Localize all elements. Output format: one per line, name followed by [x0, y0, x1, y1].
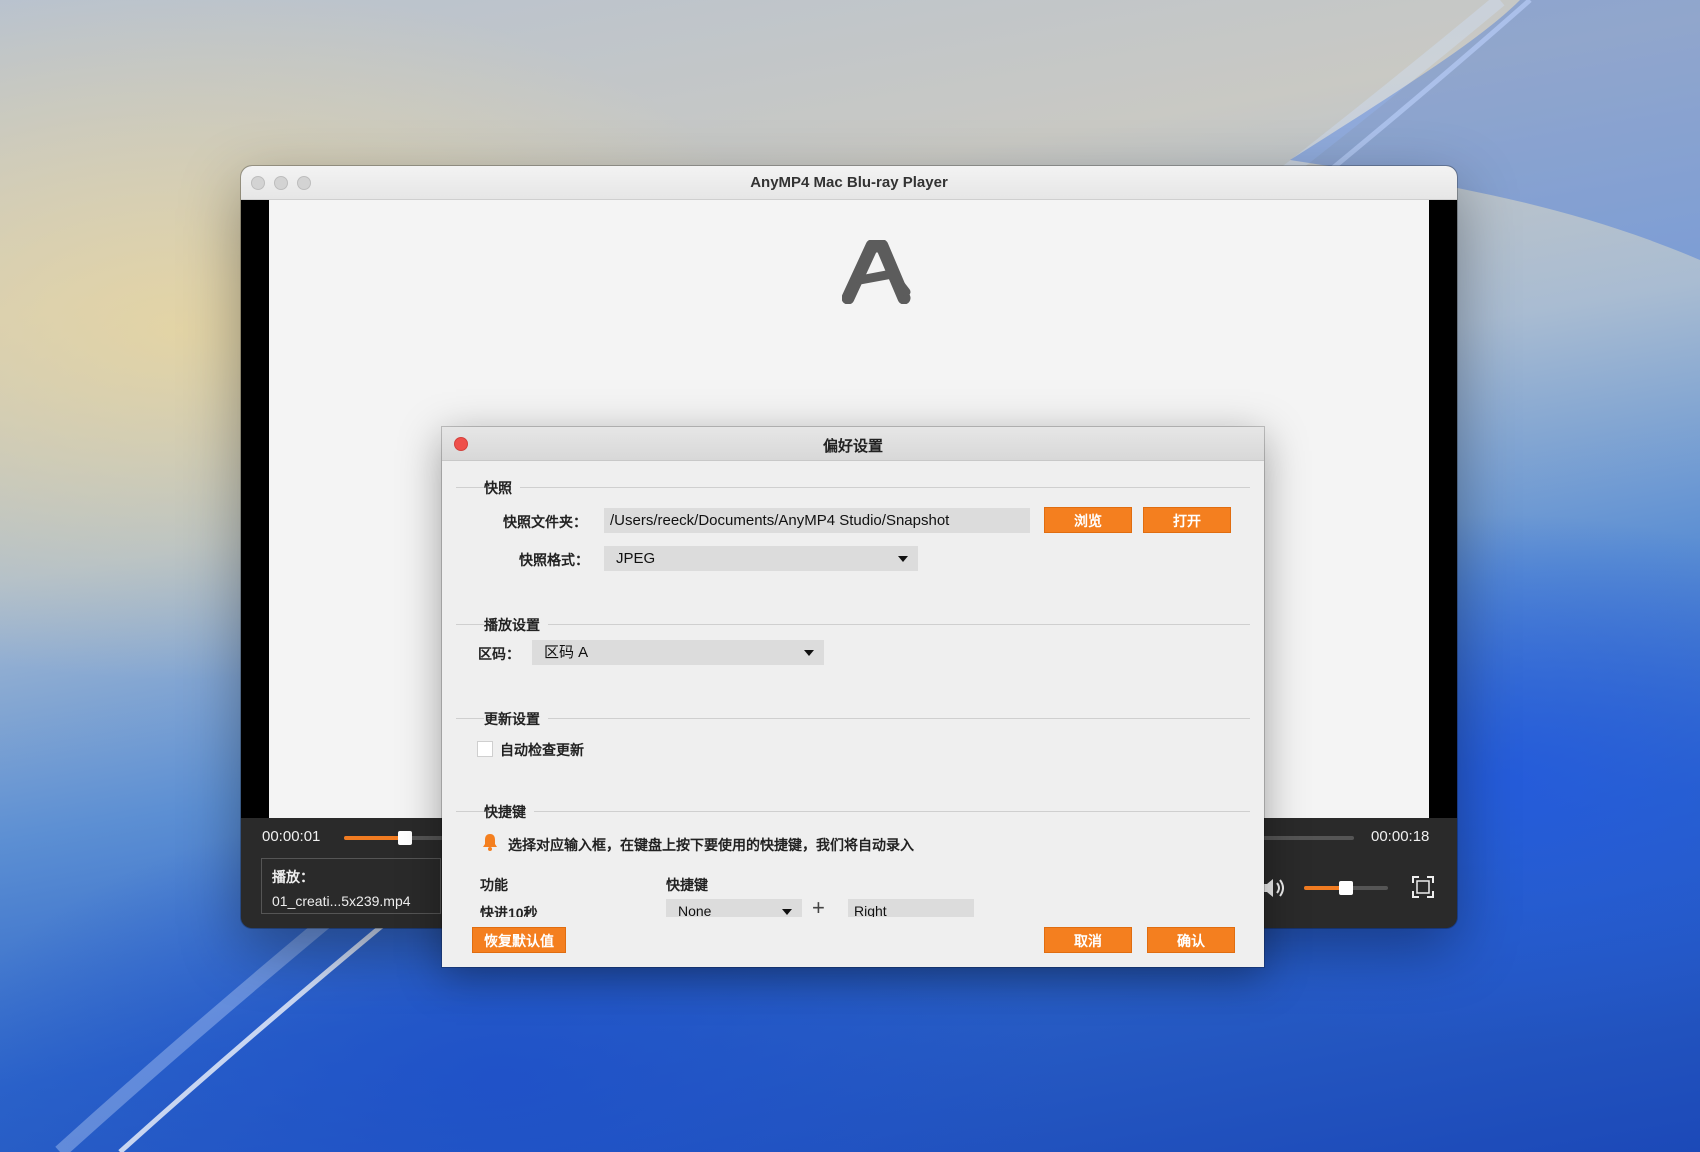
time-elapsed: 00:00:01	[262, 828, 321, 845]
dialog-footer: 恢复默认值 取消 确认	[442, 917, 1264, 967]
dialog-title-bar: 偏好设置	[442, 427, 1264, 461]
dialog-title: 偏好设置	[822, 438, 883, 455]
snapshot-format-value: JPEG	[616, 550, 656, 567]
hotkey-col-key: 快捷键	[666, 877, 708, 893]
hotkey-row-function: 快进10秒	[480, 905, 538, 917]
section-playback: 播放设置	[484, 615, 548, 635]
section-snapshot: 快照	[484, 478, 520, 498]
progress-fill	[344, 836, 405, 840]
section-divider	[456, 718, 1250, 719]
auto-update-label: 自动检查更新	[500, 742, 584, 758]
chevron-down-icon	[782, 909, 792, 915]
window-title: AnyMP4 Mac Blu-ray Player	[750, 174, 948, 191]
hotkey-modifier-select[interactable]: None	[666, 899, 802, 917]
section-divider	[456, 624, 1250, 625]
title-bar: AnyMP4 Mac Blu-ray Player	[241, 166, 1457, 200]
snapshot-folder-label: 快照文件夹：	[503, 514, 587, 530]
volume-slider[interactable]	[1304, 881, 1388, 895]
cancel-button[interactable]: 取消	[1044, 927, 1132, 953]
playlist-panel[interactable]: 播放： 01_creati...5x239.mp4	[261, 858, 441, 914]
region-code-label: 区码：	[478, 646, 520, 662]
section-hotkeys: 快捷键	[484, 802, 534, 822]
chevron-down-icon	[804, 650, 814, 656]
hotkey-modifier-value: None	[678, 903, 712, 917]
anymp4-logo-icon	[842, 240, 911, 304]
snapshot-format-label: 快照格式：	[519, 552, 589, 568]
open-button[interactable]: 打开	[1143, 507, 1231, 533]
hotkey-hint: 选择对应输入框，在键盘上按下要使用的快捷键，我们将自动录入	[508, 837, 914, 853]
snapshot-format-select[interactable]: JPEG	[604, 546, 918, 571]
playlist-label: 播放：	[272, 869, 314, 885]
region-code-value: 区码 A	[544, 644, 589, 661]
snapshot-folder-input[interactable]: /Users/reeck/Documents/AnyMP4 Studio/Sna…	[604, 508, 1030, 533]
browse-button[interactable]: 浏览	[1044, 507, 1132, 533]
reset-defaults-button[interactable]: 恢复默认值	[472, 927, 566, 953]
fullscreen-icon[interactable]	[1411, 875, 1435, 899]
chevron-down-icon	[898, 556, 908, 562]
bell-icon	[483, 834, 497, 851]
confirm-button[interactable]: 确认	[1147, 927, 1235, 953]
hotkey-key-input[interactable]: Right	[848, 899, 974, 917]
volume-thumb[interactable]	[1339, 881, 1353, 895]
region-code-select[interactable]: 区码 A	[532, 640, 824, 665]
progress-thumb[interactable]	[397, 831, 412, 845]
section-divider	[456, 811, 1250, 812]
section-divider	[456, 487, 1250, 488]
plus-icon: +	[812, 895, 825, 917]
section-update: 更新设置	[484, 709, 548, 729]
time-total: 00:00:18	[1371, 828, 1430, 845]
auto-update-checkbox[interactable]	[477, 741, 493, 757]
playlist-file: 01_creati...5x239.mp4	[272, 893, 411, 909]
hotkey-list[interactable]: 快进10秒 None + Right	[442, 895, 1264, 917]
hotkey-col-function: 功能	[480, 877, 508, 893]
preferences-dialog: 偏好设置 快照 快照文件夹： /Users/reeck/Documents/An…	[442, 427, 1264, 967]
